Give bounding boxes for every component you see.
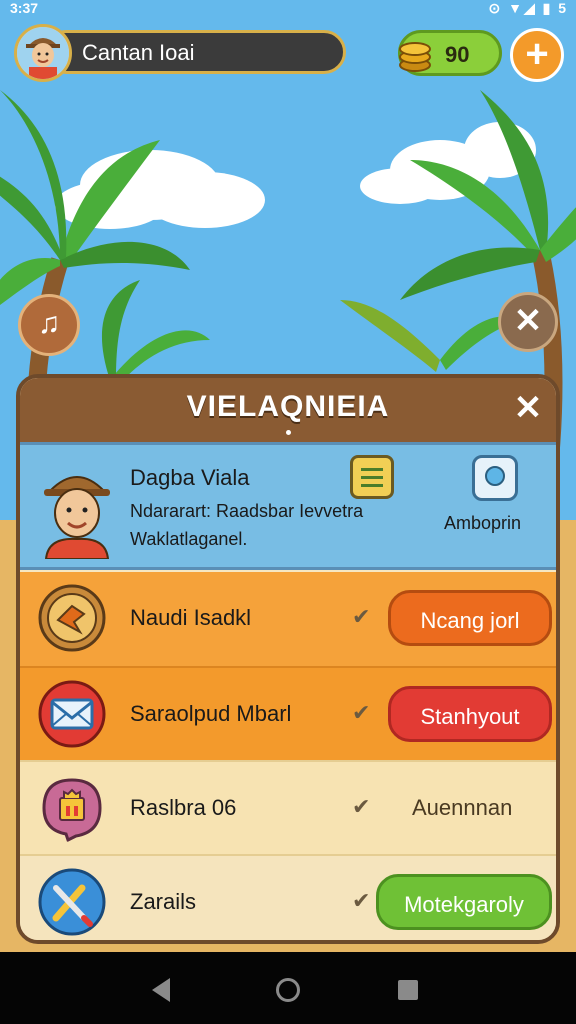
system-nav-bar xyxy=(0,952,576,1024)
check-icon: ✔ xyxy=(352,604,371,629)
row-action-button[interactable]: Ncang jorl xyxy=(388,590,552,646)
profile-name: Dagba Viala xyxy=(130,465,250,490)
list-item: Naudi Isadkl ✔ Ncang jorl xyxy=(20,572,556,666)
panel-header: VIELAQNIEIA ✕ xyxy=(20,378,556,442)
home-icon[interactable] xyxy=(276,978,300,1002)
row-label: Naudi Isadkl xyxy=(130,605,252,630)
add-coins-button[interactable]: + xyxy=(510,28,564,82)
list-item: Zarails ✔ Motekgaroly xyxy=(20,854,556,940)
music-button[interactable]: ♫ xyxy=(18,294,80,356)
coin-value: 90 xyxy=(445,42,470,67)
status-bar: 3:37 ⊙ ▼◢ ▮ 5 xyxy=(0,0,576,18)
tools-icon xyxy=(38,868,106,936)
player-avatar[interactable] xyxy=(14,24,72,82)
list-item: Saraolpud Mbarl ✔ Stanhyout xyxy=(20,666,556,760)
mail-icon xyxy=(38,680,106,748)
music-note-icon: ♫ xyxy=(37,307,61,340)
coin-stack-icon xyxy=(399,42,431,72)
check-icon: ✔ xyxy=(352,888,371,913)
check-icon: ✔ xyxy=(352,700,371,725)
panel-title: VIELAQNIEIA xyxy=(186,390,390,423)
profile-description: Ndararart: Raadsbar Ievvetra xyxy=(130,501,364,521)
profile-action-label[interactable]: Amboprin xyxy=(444,513,521,534)
shop-bag-icon xyxy=(42,778,102,842)
list-item: Raslbra 06 ✔ Auennnan xyxy=(20,760,556,854)
row-label: Raslbra 06 xyxy=(130,795,237,820)
character-portrait xyxy=(44,476,110,559)
panel-close-button[interactable]: ✕ xyxy=(510,390,546,426)
row-action-button[interactable]: Stanhyout xyxy=(388,686,552,742)
player-name-hud[interactable]: Cantan Ioai xyxy=(14,24,346,82)
row-text-action[interactable]: Auennnan xyxy=(412,795,512,821)
row-action-button[interactable]: Motekgaroly xyxy=(376,874,552,930)
panel-header-dot xyxy=(286,430,291,435)
player-avatar-icon xyxy=(17,27,69,79)
sun-badge-icon xyxy=(38,584,106,652)
check-icon: ✔ xyxy=(352,794,371,819)
status-time: 3:37 xyxy=(10,0,39,16)
profile-description-2: Waklatlaganel. xyxy=(130,529,248,549)
magnifier-icon[interactable] xyxy=(472,455,518,501)
coin-counter[interactable]: 90 xyxy=(398,30,502,76)
row-label: Saraolpud Mbarl xyxy=(130,701,292,726)
row-label: Zarails xyxy=(130,889,197,914)
back-icon[interactable] xyxy=(152,978,170,1002)
quest-panel: VIELAQNIEIA ✕ Dagba Viala Ndararart: Raa… xyxy=(16,374,560,944)
status-icons: ⊙ ▼◢ ▮ 5 xyxy=(488,0,568,16)
close-icon[interactable]: ✕ xyxy=(498,292,558,352)
recent-apps-icon[interactable] xyxy=(398,980,418,1000)
profile-card: Dagba Viala Ndararart: Raadsbar Ievvetra… xyxy=(20,442,556,570)
notes-icon[interactable] xyxy=(350,455,394,499)
player-name: Cantan Ioai xyxy=(82,40,195,65)
